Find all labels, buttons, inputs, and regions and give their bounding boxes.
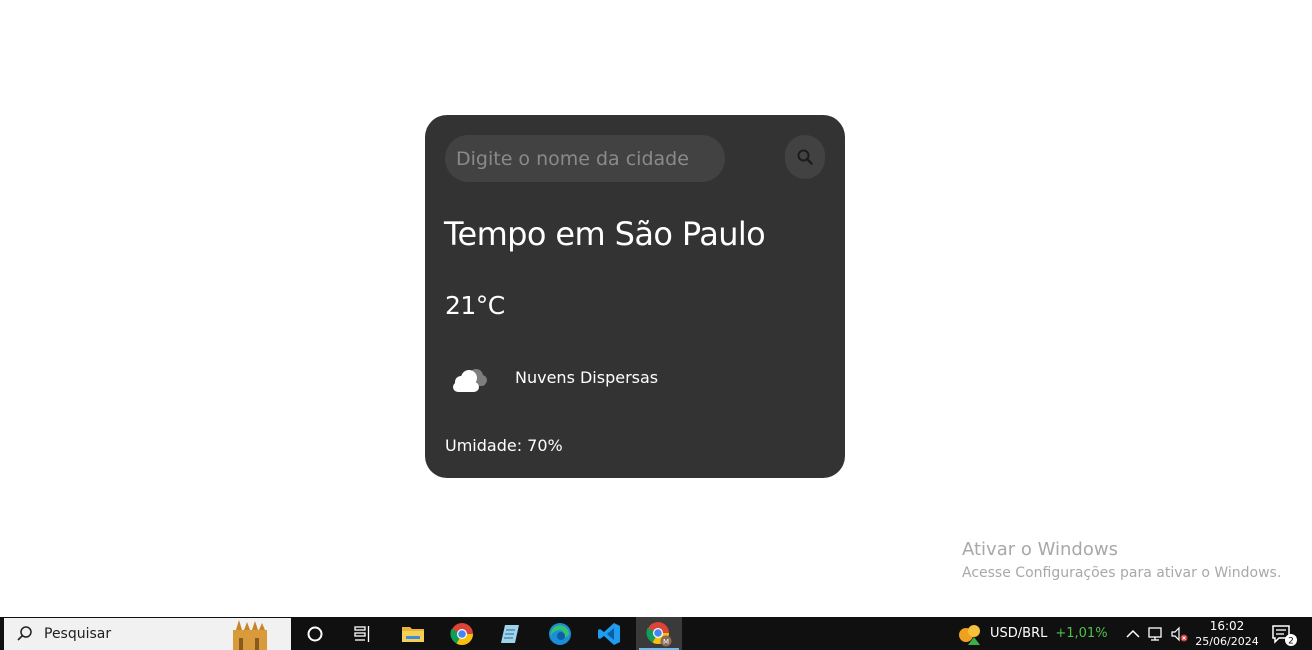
vscode-button[interactable] xyxy=(586,617,632,650)
system-clock[interactable]: 16:02 25/06/2024 xyxy=(1194,619,1260,649)
chrome-button[interactable] xyxy=(439,617,485,650)
desktop: Tempo em São Paulo 21°C Nuvens Dispersas… xyxy=(0,0,1312,650)
city-search-input[interactable] xyxy=(445,135,725,182)
activation-watermark-subtitle: Acesse Configurações para ativar o Windo… xyxy=(962,565,1282,581)
clock-time: 16:02 xyxy=(1209,619,1245,633)
clock-date: 25/06/2024 xyxy=(1195,635,1259,648)
notepad-icon xyxy=(501,624,519,643)
currency-ticker[interactable]: USD/BRL +1,01% xyxy=(958,617,1108,650)
chrome-icon xyxy=(450,622,473,645)
notepad-button[interactable] xyxy=(487,617,533,650)
taskbar: Pesquisar M USD/BRL +1,01% 16:02 25/06/2… xyxy=(0,617,1312,650)
scattered-clouds-icon xyxy=(453,369,487,392)
search-icon xyxy=(797,149,813,165)
chrome-profile-button[interactable]: M xyxy=(636,617,682,650)
search-icon xyxy=(17,626,32,641)
chevron-up-icon[interactable] xyxy=(1124,625,1142,643)
currency-icon xyxy=(959,624,980,645)
currency-change: +1,01% xyxy=(1055,626,1108,641)
file-explorer-button[interactable] xyxy=(390,617,436,650)
humidity: Umidade: 70% xyxy=(445,436,563,455)
vscode-icon xyxy=(598,622,620,645)
weather-card: Tempo em São Paulo 21°C Nuvens Dispersas… xyxy=(425,115,845,478)
cortana-icon xyxy=(307,626,323,641)
taskbar-search-box[interactable]: Pesquisar xyxy=(4,618,291,650)
weather-description: Nuvens Dispersas xyxy=(515,368,659,387)
task-view-button[interactable] xyxy=(340,617,386,650)
search-button[interactable] xyxy=(785,135,825,179)
search-highlight-icon xyxy=(233,620,267,650)
temperature: 21°C xyxy=(445,291,505,320)
svg-text:M: M xyxy=(663,638,669,646)
task-view-icon xyxy=(354,625,370,642)
activation-watermark-title: Ativar o Windows xyxy=(962,539,1118,560)
cortana-button[interactable] xyxy=(292,617,338,650)
notification-center-icon[interactable]: 2 xyxy=(1270,623,1298,647)
volume-muted-icon[interactable] xyxy=(1170,625,1188,643)
taskbar-search-label: Pesquisar xyxy=(44,626,112,642)
edge-icon xyxy=(549,622,571,645)
chrome-profile-icon: M xyxy=(646,621,672,646)
notification-count: 2 xyxy=(1288,637,1294,647)
network-icon[interactable] xyxy=(1147,625,1165,643)
currency-pair: USD/BRL xyxy=(990,626,1048,641)
city-title: Tempo em São Paulo xyxy=(444,215,766,253)
edge-button[interactable] xyxy=(537,617,583,650)
file-explorer-icon xyxy=(402,626,424,642)
